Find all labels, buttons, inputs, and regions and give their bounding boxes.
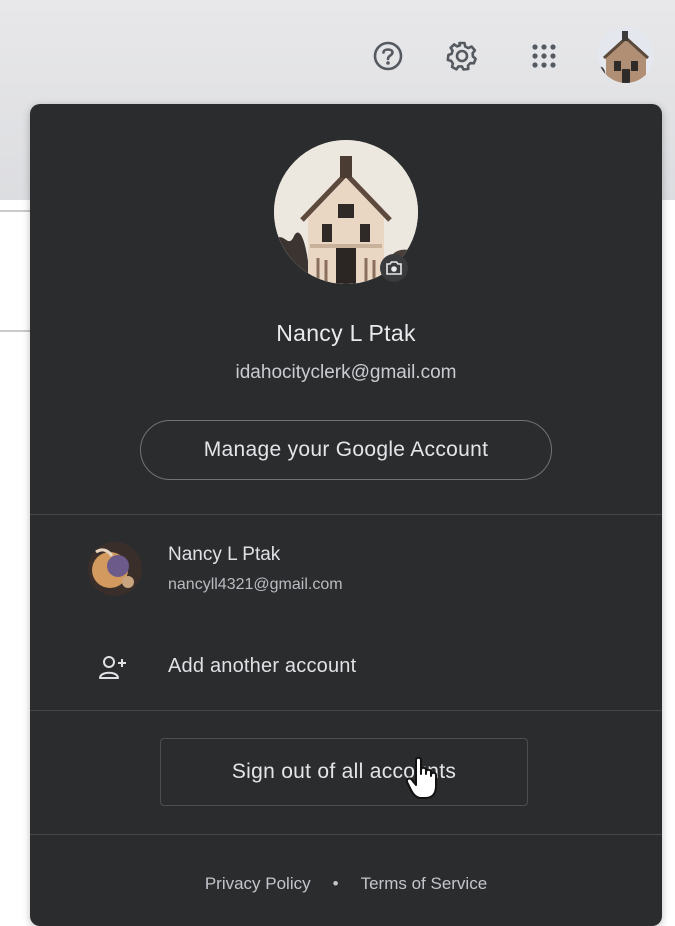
profile-name: Nancy L Ptak bbox=[276, 320, 416, 346]
help-button[interactable] bbox=[370, 38, 406, 74]
add-account-label: Add another account bbox=[168, 655, 357, 677]
hand-pointer-icon bbox=[406, 756, 437, 799]
apps-button[interactable] bbox=[526, 38, 562, 74]
privacy-policy-link[interactable]: Privacy Policy bbox=[205, 874, 311, 894]
divider bbox=[30, 514, 662, 515]
account-email: nancyll4321@gmail.com bbox=[168, 576, 343, 593]
footer-separator: • bbox=[332, 874, 339, 893]
account-avatar bbox=[88, 542, 142, 596]
apps-grid-icon bbox=[532, 44, 556, 68]
account-name: Nancy L Ptak bbox=[168, 544, 281, 565]
account-menu-panel: Nancy L Ptak idahocityclerk@gmail.com Ma… bbox=[30, 104, 662, 926]
terms-of-service-link[interactable]: Terms of Service bbox=[361, 874, 488, 894]
account-avatar-icon bbox=[598, 27, 654, 83]
profile-email: idahocityclerk@gmail.com bbox=[235, 362, 457, 383]
footer-links: Privacy Policy • Terms of Service bbox=[30, 874, 662, 894]
account-photo-icon bbox=[88, 542, 142, 596]
change-photo-button[interactable] bbox=[380, 254, 408, 282]
manage-account-label: Manage your Google Account bbox=[203, 438, 489, 461]
divider bbox=[30, 710, 662, 711]
person-add-icon bbox=[99, 656, 126, 679]
camera-icon bbox=[386, 261, 402, 275]
add-account-button[interactable]: Add another account bbox=[30, 634, 662, 702]
help-icon bbox=[373, 41, 403, 71]
settings-button[interactable] bbox=[444, 38, 480, 74]
sign-out-button[interactable]: Sign out of all accounts bbox=[160, 738, 528, 806]
account-avatar-button[interactable] bbox=[598, 27, 654, 83]
settings-icon bbox=[446, 41, 477, 71]
manage-account-button[interactable]: Manage your Google Account bbox=[140, 420, 552, 480]
account-list-item[interactable]: Nancy L Ptak nancyll4321@gmail.com bbox=[30, 530, 662, 610]
divider bbox=[30, 834, 662, 835]
